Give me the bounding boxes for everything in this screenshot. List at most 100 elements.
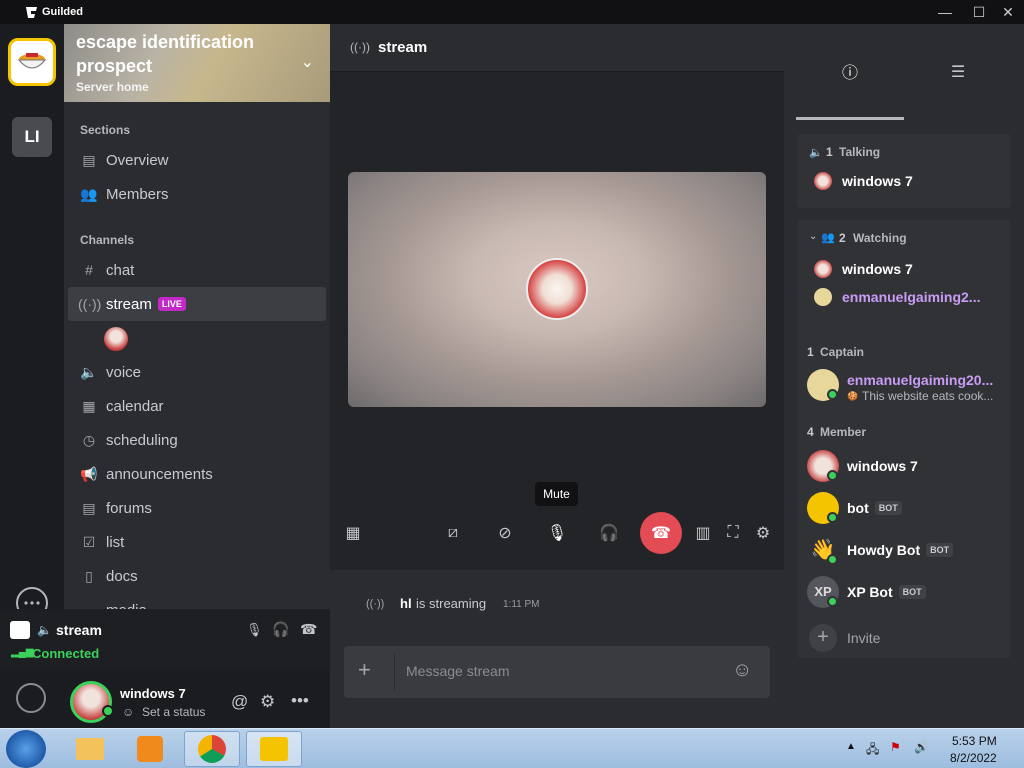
channel-chat[interactable]: # chat [68,253,326,287]
message-input[interactable]: Message stream [406,663,509,679]
media-icon: ▬ [78,602,100,609]
calendar-icon: ▦ [82,397,96,414]
channel-docs[interactable]: ▯ docs [68,559,326,593]
captain-name[interactable]: enmanuelgaiming20... [847,372,993,388]
headphones-icon[interactable]: 🎧 [272,621,289,638]
server-icon-li[interactable]: LI [12,117,52,157]
media-player-icon[interactable] [122,731,178,767]
fullscreen-icon[interactable]: ⛶ [718,518,748,548]
disconnect-icon[interactable]: ☎ [300,621,317,638]
screen-share-off-icon[interactable]: ⧄ [438,518,468,548]
layout-toggle-icon[interactable]: ▦ [338,518,368,548]
clock-date[interactable]: 8/2/2022 [950,751,997,765]
channel-calendar[interactable]: ▦ calendar [68,389,326,423]
bot-badge: BOT [898,585,926,599]
channel-stream[interactable]: ((·)) stream LIVE [68,287,326,321]
member-row[interactable]: bot BOT [847,500,902,516]
server-mini-icon [10,621,30,639]
online-indicator [827,470,838,481]
app-title: Guilded [42,6,83,18]
avatar [814,288,832,306]
username: windows 7 [120,686,186,701]
mute-tooltip: Mute [535,482,578,506]
invite-button[interactable]: Invite [847,630,880,646]
server-home-label: Server home [76,80,149,94]
chevron-down-icon[interactable]: ⌄ [301,52,314,72]
channel-sidebar: escape identification prospect Server ho… [64,24,330,609]
member-row[interactable]: XP Bot BOT [847,584,926,600]
settings-gear-icon[interactable]: ⚙ [748,518,778,548]
sidebar-toggle-icon[interactable]: ▥ [688,518,718,548]
member-row[interactable]: Howdy Bot BOT [847,542,954,558]
server-header[interactable]: escape identification prospect Server ho… [64,24,330,102]
mic-icon[interactable]: 🎙 [542,518,572,548]
guilded-taskbar-icon[interactable] [246,731,302,767]
server-name: escape identification prospect [76,32,255,76]
captain-count: 1 [807,345,814,359]
member-label: Member [820,425,867,439]
add-attachment-icon[interactable]: + [358,659,371,681]
explorer-icon[interactable] [62,731,118,767]
voice-connection-bar: 🔈 stream ▂▄▆ Connected 🎙 🎧 ☎ [0,609,330,671]
signal-icon: ▂▄▆ [11,647,34,658]
voice-channel-name: stream [56,622,102,638]
channels-header: Channels [80,233,135,247]
watching-member-name[interactable]: windows 7 [842,261,913,277]
channel-title: stream [378,39,428,56]
members-card: 1 Captain enmanuelgaiming20... 🍪 This we… [797,330,1011,658]
channel-list[interactable]: ☑ list [68,525,326,559]
headphones-icon[interactable]: 🎧 [594,518,624,548]
section-overview[interactable]: ▤ Overview [68,143,326,177]
emoji-icon[interactable]: ☺ [732,659,752,682]
talking-count: 1 [826,145,833,159]
speaker-icon: 🔈 [809,147,823,159]
message-author[interactable]: hl [400,596,412,611]
live-badge: LIVE [157,297,186,311]
network-icon[interactable]: 🖧 [866,740,879,761]
watching-member-name[interactable]: enmanuelgaiming2... [842,289,980,305]
soup-bowl-icon [17,53,47,69]
volume-icon[interactable]: 🔊 [914,740,929,754]
channel-announcements[interactable]: 📢 announcements [68,457,326,491]
members-icon: 👥 [80,185,98,202]
clock-time[interactable]: 5:53 PM [952,734,997,748]
chrome-icon[interactable] [184,731,240,767]
stream-icon: ((·)) [366,598,385,610]
close-button[interactable]: ✕ [993,0,1023,24]
maximize-button[interactable]: ☐ [964,0,994,24]
watching-label: Watching [853,231,907,245]
channel-voice[interactable]: 🔈 voice [68,355,326,389]
channel-forums[interactable]: ▤ forums [68,491,326,525]
add-icon[interactable]: + [809,624,837,652]
mic-icon[interactable]: 🎙 [246,622,263,638]
section-members[interactable]: 👥 Members [68,177,326,211]
queue-tab-icon[interactable]: ☰ [904,24,1012,120]
clock-icon: ◷ [82,431,96,448]
stream-main: ((·)) stream ((·)) 📌 ⋮ Mute ▦ ⧄ ⊘ 🎙 🎧 ☎ … [330,24,1008,728]
settings-gear-icon[interactable]: ⚙ [260,692,275,712]
start-button[interactable] [6,730,46,768]
minimize-button[interactable]: — [930,0,960,24]
talking-member-name[interactable]: windows 7 [842,173,913,189]
server-icon-escape[interactable] [8,38,56,86]
friends-icon[interactable] [16,683,46,713]
channel-scheduling[interactable]: ◷ scheduling [68,423,326,457]
message-composer[interactable]: + Message stream ☺ [344,646,770,698]
member-name[interactable]: windows 7 [847,458,918,474]
online-indicator [827,596,838,607]
set-status-link[interactable]: Set a status [142,705,205,719]
info-tab-icon[interactable]: ⓘ [796,24,904,120]
online-indicator [827,512,838,523]
action-center-icon[interactable]: ⚑ [890,740,901,754]
more-options-icon[interactable]: ••• [291,691,309,711]
stream-participant-avatar[interactable] [104,327,128,351]
mentions-icon[interactable]: @ [231,692,248,712]
show-hidden-icons[interactable]: ▲ [846,741,856,752]
hang-up-button[interactable]: ☎ [640,512,682,554]
channel-header: ((·)) stream ((·)) 📌 ⋮ [330,24,1008,72]
channel-media[interactable]: ▬media [68,593,326,610]
chevron-down-icon[interactable]: ⌄ [809,231,817,242]
avatar [814,260,832,278]
speaker-icon: 🔈 [80,363,98,380]
camera-off-icon[interactable]: ⊘ [490,518,520,548]
